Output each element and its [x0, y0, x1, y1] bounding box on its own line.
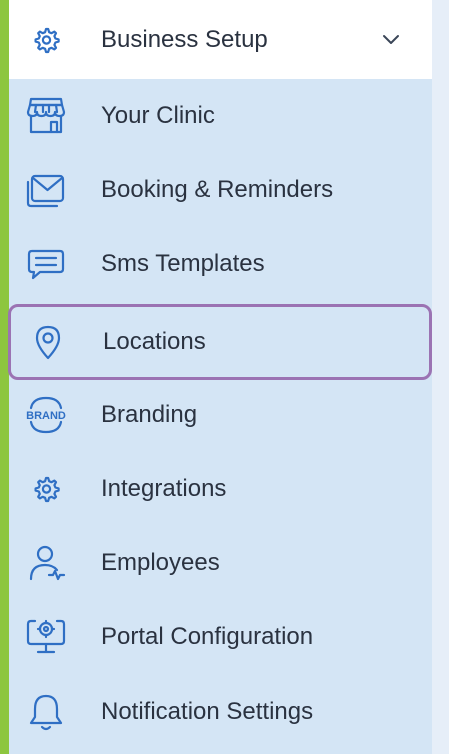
storefront-icon	[23, 93, 69, 139]
menu-item-branding[interactable]: BRAND Branding	[9, 378, 432, 452]
business-setup-menu: Business Setup Your Clinic Booking & Rem…	[8, 0, 432, 736]
menu-item-label: Branding	[101, 401, 198, 428]
user-icon	[23, 540, 69, 586]
menu-item-label: Notification Settings	[101, 698, 314, 725]
message-icon	[23, 241, 69, 287]
business-setup-label: Business Setup	[101, 25, 268, 53]
menu-item-label: Portal Configuration	[101, 623, 314, 650]
menu-item-sms-templates[interactable]: Sms Templates	[9, 227, 432, 301]
menu-item-employees[interactable]: Employees	[9, 526, 432, 600]
menu-item-locations[interactable]: Locations	[8, 304, 432, 380]
envelope-icon	[23, 167, 69, 213]
brand-badge-text: BRAND	[26, 410, 66, 422]
menu-item-label: Integrations	[101, 475, 227, 502]
left-accent-bar	[0, 0, 9, 754]
brand-badge-icon: BRAND	[23, 392, 69, 438]
gear-icon	[23, 466, 69, 512]
menu-item-label: Your Clinic	[101, 102, 215, 129]
chevron-down-icon[interactable]	[379, 28, 403, 52]
menu-item-portal-configuration[interactable]: Portal Configuration	[9, 600, 432, 674]
menu-item-label: Employees	[101, 549, 220, 576]
menu-item-booking-reminders[interactable]: Booking & Reminders	[9, 153, 432, 227]
menu-item-your-clinic[interactable]: Your Clinic	[9, 79, 432, 153]
business-setup-header[interactable]: Business Setup	[9, 0, 432, 79]
monitor-gear-icon	[23, 614, 69, 660]
menu-item-label: Locations	[103, 328, 206, 355]
gear-icon	[23, 17, 69, 63]
menu-item-label: Booking & Reminders	[101, 176, 334, 203]
bell-icon	[23, 689, 69, 735]
menu-item-integrations[interactable]: Integrations	[9, 452, 432, 526]
right-panel-edge	[432, 0, 449, 754]
menu-item-label: Sms Templates	[101, 250, 265, 277]
location-pin-icon	[25, 319, 71, 365]
menu-item-notification-settings[interactable]: Notification Settings	[9, 675, 432, 749]
